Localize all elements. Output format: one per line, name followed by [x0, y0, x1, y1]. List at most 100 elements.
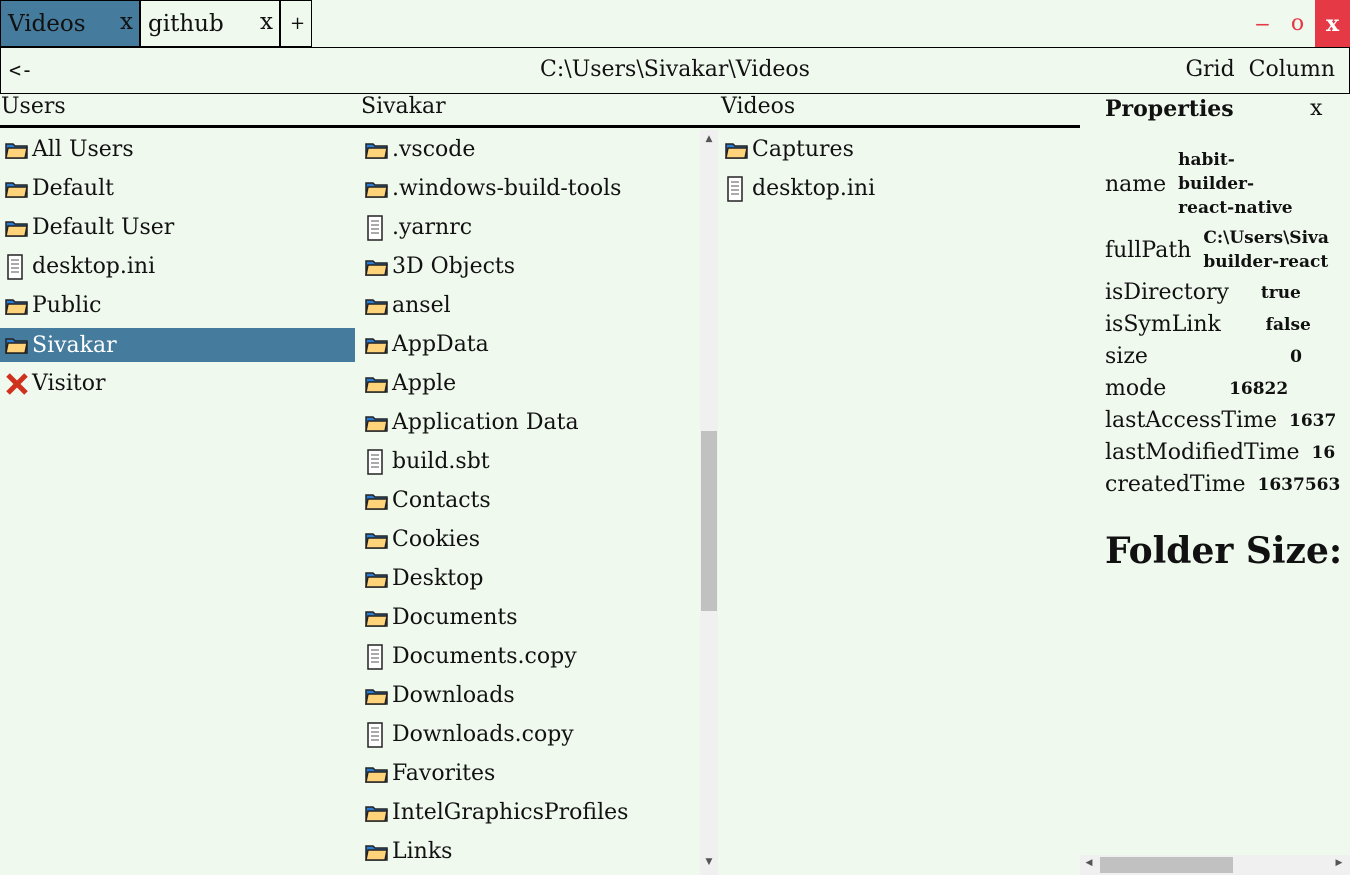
scroll-down-arrow[interactable]: ▼	[700, 857, 718, 867]
item-name: Application Data	[392, 410, 579, 435]
properties-title: Properties	[1105, 96, 1234, 122]
folder-icon	[4, 140, 32, 160]
grid-view-button[interactable]: Grid	[1185, 57, 1234, 82]
list-item[interactable]: Default	[0, 169, 360, 208]
folder-icon	[364, 530, 392, 550]
item-name: Captures	[752, 137, 854, 162]
property-key: mode	[1105, 376, 1167, 401]
list-item[interactable]: 3D Objects	[360, 247, 700, 286]
list-item[interactable]: Downloads.copy	[360, 715, 700, 754]
tab-videos[interactable]: Videos x	[0, 0, 140, 47]
item-name: Cookies	[392, 527, 480, 552]
folder-icon	[364, 140, 392, 160]
item-name: desktop.ini	[32, 254, 156, 279]
list-item[interactable]: Documents	[360, 598, 700, 637]
item-name: AppData	[392, 332, 489, 357]
property-key: lastModifiedTime	[1105, 440, 1300, 465]
close-window-button[interactable]: x	[1315, 0, 1350, 47]
property-row: name habit- builder- react-native	[1105, 148, 1293, 220]
column-header: Users	[0, 94, 360, 128]
item-name: Apple	[392, 371, 457, 396]
item-name: Downloads.copy	[392, 722, 574, 747]
property-row: size 0	[1105, 344, 1302, 369]
item-name: .yarnrc	[392, 215, 473, 240]
add-tab-button[interactable]: +	[280, 0, 312, 47]
list-item[interactable]: Apple	[360, 364, 700, 403]
scroll-right-arrow[interactable]: ▶	[1330, 858, 1348, 868]
item-name: ansel	[392, 293, 451, 318]
item-name: Default	[32, 176, 114, 201]
list-item[interactable]: Application Data	[360, 403, 700, 442]
list-item[interactable]: build.sbt	[360, 442, 700, 481]
list-item[interactable]: .windows-build-tools	[360, 169, 700, 208]
property-row: lastModifiedTime 16	[1105, 440, 1335, 465]
folder-icon	[364, 179, 392, 199]
scroll-up-arrow[interactable]: ▲	[700, 134, 718, 144]
item-name: Contacts	[392, 488, 491, 513]
close-properties-button[interactable]: x	[1310, 96, 1322, 121]
list-item[interactable]: Cookies	[360, 520, 700, 559]
item-name: Public	[32, 293, 102, 318]
folder-icon	[364, 803, 392, 823]
list-item[interactable]: Favorites	[360, 754, 700, 793]
list-item[interactable]: Links	[360, 832, 700, 871]
address-bar: <- C:\Users\Sivakar\Videos Grid Column	[0, 47, 1350, 94]
property-row: isSymLink false	[1105, 312, 1311, 337]
property-value: habit- builder- react-native	[1178, 150, 1293, 218]
folder-icon	[364, 842, 392, 862]
property-value: C:\Users\Siva builder-react	[1203, 228, 1329, 272]
folder-icon	[364, 491, 392, 511]
list-item[interactable]: desktop.ini	[720, 169, 1080, 208]
vertical-scrollbar[interactable]: ▲ ▼	[700, 130, 718, 875]
folder-icon	[364, 764, 392, 784]
tab-bar: Videos x github x + − o x	[0, 0, 1350, 47]
item-name: Sivakar	[32, 332, 117, 358]
list-item[interactable]: Downloads	[360, 676, 700, 715]
column-header: Sivakar	[360, 94, 720, 128]
folder-icon	[4, 179, 32, 199]
list-item[interactable]: Captures	[720, 130, 1080, 169]
item-name: Documents.copy	[392, 644, 577, 669]
list-item[interactable]: Sivakar	[0, 328, 355, 362]
file-icon	[4, 253, 32, 281]
maximize-button[interactable]: o	[1280, 0, 1315, 47]
scrollbar-thumb[interactable]	[701, 431, 717, 611]
file-icon	[364, 448, 392, 476]
item-name: All Users	[32, 137, 134, 162]
list-item[interactable]: AppData	[360, 325, 700, 364]
list-item[interactable]: Public	[0, 286, 360, 325]
item-name: 3D Objects	[392, 254, 516, 279]
list-item[interactable]: Visitor	[0, 364, 360, 403]
current-path[interactable]: C:\Users\Sivakar\Videos	[1, 57, 1349, 82]
scrollbar-thumb[interactable]	[1100, 857, 1233, 873]
list-item[interactable]: .yarnrc	[360, 208, 700, 247]
list-item[interactable]: All Users	[0, 130, 360, 169]
property-row: fullPath C:\Users\Siva builder-react	[1105, 226, 1329, 274]
tab-label: Videos	[8, 10, 86, 37]
list-item[interactable]: Desktop	[360, 559, 700, 598]
folder-icon	[364, 413, 392, 433]
property-value: 16822	[1229, 378, 1289, 399]
list-item[interactable]: ansel	[360, 286, 700, 325]
item-name: Documents	[392, 605, 518, 630]
item-name: build.sbt	[392, 449, 490, 474]
tab-close-button[interactable]: x	[260, 9, 273, 35]
horizontal-scrollbar[interactable]: ◀ ▶	[1080, 855, 1350, 875]
property-key: lastAccessTime	[1105, 408, 1278, 433]
item-name: .vscode	[392, 137, 476, 162]
list-item[interactable]: .vscode	[360, 130, 700, 169]
folder-icon	[364, 374, 392, 394]
scroll-left-arrow[interactable]: ◀	[1080, 858, 1098, 868]
minimize-button[interactable]: −	[1245, 0, 1280, 47]
list-item[interactable]: IntelGraphicsProfiles	[360, 793, 700, 832]
folder-icon	[4, 296, 32, 316]
column-view-button[interactable]: Column	[1249, 57, 1335, 82]
list-item[interactable]: Contacts	[360, 481, 700, 520]
list-item[interactable]: Default User	[0, 208, 360, 247]
list-item[interactable]: desktop.ini	[0, 247, 360, 286]
item-name: IntelGraphicsProfiles	[392, 800, 629, 825]
tab-close-button[interactable]: x	[120, 9, 133, 35]
list-item[interactable]: Documents.copy	[360, 637, 700, 676]
property-row: createdTime 1637563	[1105, 472, 1340, 497]
tab-github[interactable]: github x	[140, 0, 280, 47]
